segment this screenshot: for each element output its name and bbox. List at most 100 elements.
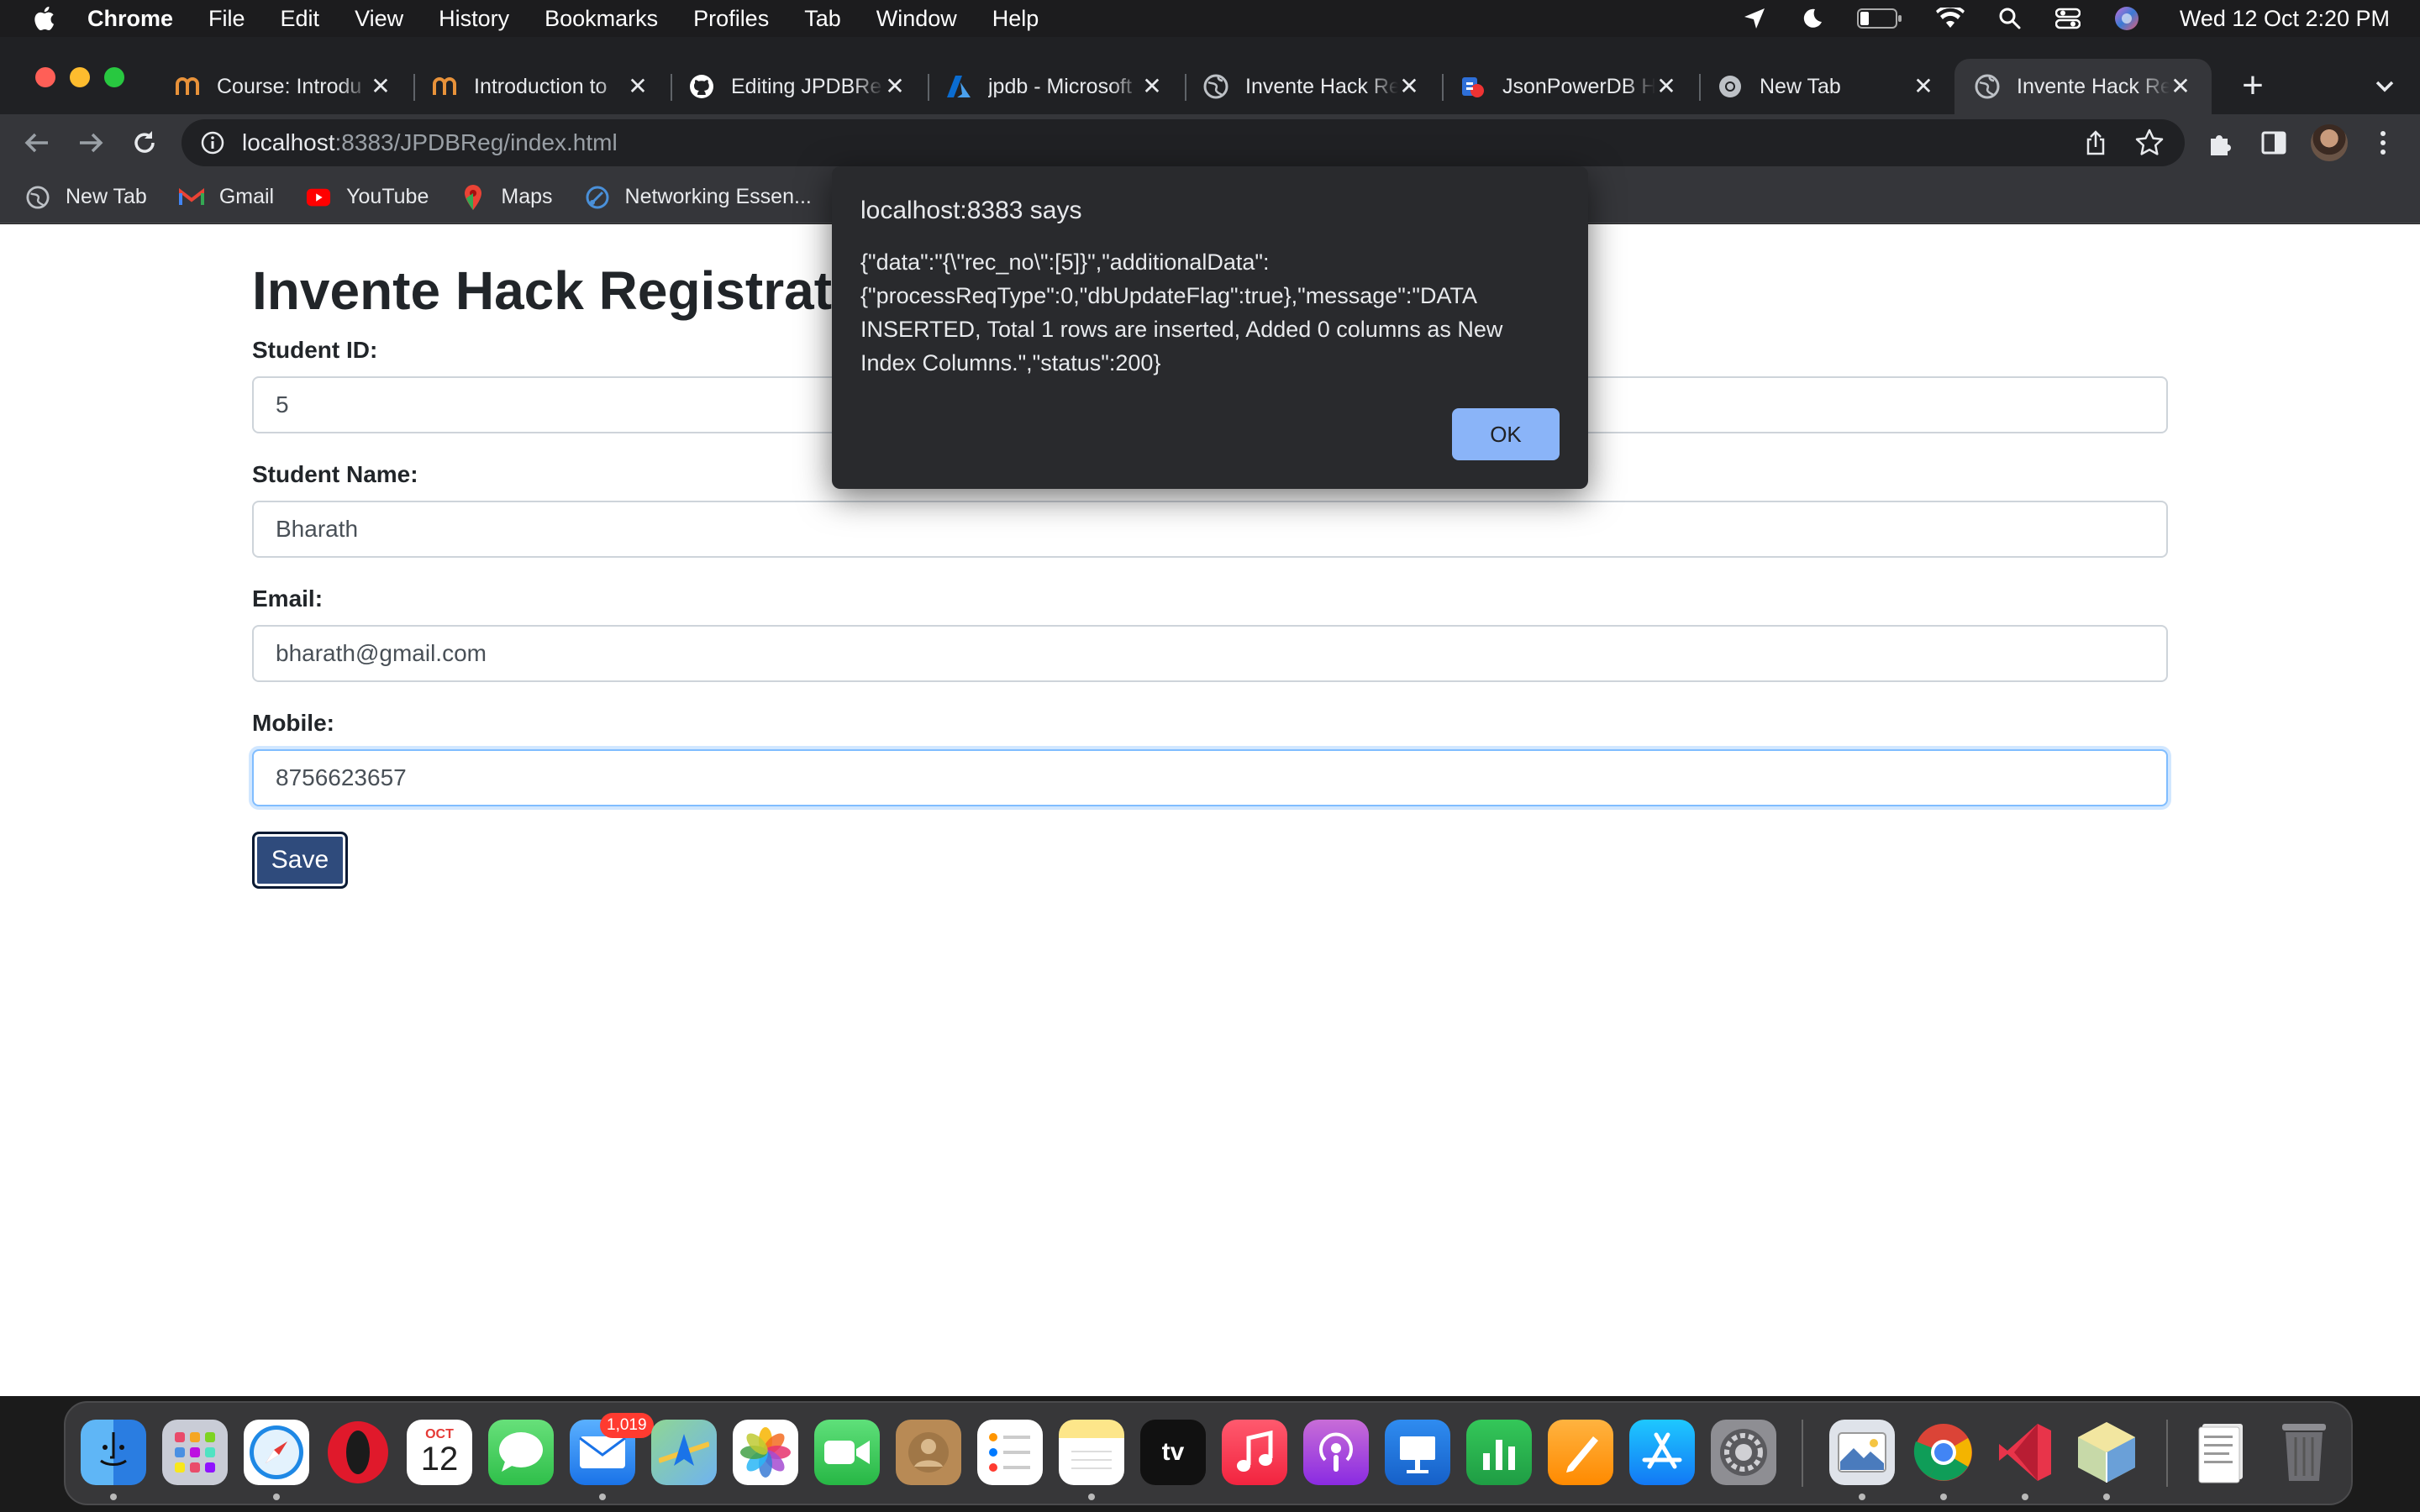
apple-menu-icon[interactable] <box>0 6 87 31</box>
url-host: localhost <box>242 129 335 155</box>
browser-tab-active[interactable]: Invente Hack Re ✕ <box>1954 59 2212 114</box>
safari-icon[interactable] <box>244 1420 309 1485</box>
student-name-input[interactable]: Bharath <box>252 501 2168 558</box>
preview-icon[interactable] <box>1829 1420 1895 1485</box>
trash-icon[interactable] <box>2271 1420 2337 1485</box>
menu-tab[interactable]: Tab <box>804 6 841 32</box>
calendar-icon[interactable]: OCT 12 <box>407 1420 472 1485</box>
site-info-icon[interactable] <box>200 130 225 155</box>
menu-bookmarks[interactable]: Bookmarks <box>544 6 658 32</box>
facetime-icon[interactable] <box>814 1420 880 1485</box>
documents-stack-icon[interactable] <box>2190 1420 2255 1485</box>
tab-close-icon[interactable]: ✕ <box>1655 75 1677 98</box>
browser-tab[interactable]: Course: Introdu ✕ <box>155 59 412 114</box>
browser-tab[interactable]: jpdb - Microsoft ✕ <box>926 59 1183 114</box>
browser-tab[interactable]: Invente Hack Re ✕ <box>1183 59 1440 114</box>
tab-title: New Tab <box>1760 74 1841 98</box>
tab-close-icon[interactable]: ✕ <box>370 75 392 98</box>
opera-icon[interactable] <box>325 1420 391 1485</box>
mail-unread-badge: 1,019 <box>600 1413 654 1438</box>
bookmark-star-icon[interactable] <box>2134 128 2165 164</box>
menu-view[interactable]: View <box>355 6 403 32</box>
profile-avatar[interactable] <box>2311 124 2348 161</box>
menu-edit[interactable]: Edit <box>281 6 320 32</box>
podcasts-icon[interactable] <box>1303 1420 1369 1485</box>
music-icon[interactable] <box>1222 1420 1287 1485</box>
focus-moon-icon[interactable] <box>1800 7 1823 30</box>
bookmark-maps[interactable]: Maps <box>460 184 553 210</box>
student-id-label: Student ID: <box>252 337 378 363</box>
mobile-label: Mobile: <box>252 710 334 736</box>
bookmark-gmail[interactable]: Gmail <box>178 185 274 210</box>
apple-tv-icon[interactable]: tv <box>1140 1420 1206 1485</box>
pages-icon[interactable] <box>1548 1420 1613 1485</box>
share-icon[interactable] <box>2082 129 2109 162</box>
menu-file[interactable]: File <box>208 6 245 32</box>
window-minimize-button[interactable] <box>70 67 90 87</box>
reload-icon[interactable] <box>128 126 161 160</box>
maps-icon <box>460 184 486 210</box>
browser-tab[interactable]: Editing JPDBRe ✕ <box>669 59 926 114</box>
extensions-puzzle-icon[interactable] <box>2205 126 2238 160</box>
reminders-icon[interactable] <box>977 1420 1043 1485</box>
tab-close-icon[interactable]: ✕ <box>1398 75 1420 98</box>
chrome-app-icon[interactable] <box>1911 1420 1976 1485</box>
keynote-icon[interactable] <box>1385 1420 1450 1485</box>
tab-close-icon[interactable]: ✕ <box>2170 75 2191 98</box>
tab-close-icon[interactable]: ✕ <box>884 75 906 98</box>
tab-title: Invente Hack Re <box>1245 74 1398 98</box>
location-arrow-icon[interactable] <box>1743 7 1766 30</box>
window-zoom-button[interactable] <box>104 67 124 87</box>
macos-menu-bar: Chrome File Edit View History Bookmarks … <box>0 0 2420 37</box>
nptel-icon <box>175 74 200 99</box>
tab-close-icon[interactable]: ✕ <box>1141 75 1163 98</box>
wifi-icon[interactable] <box>1935 8 1965 29</box>
notes-icon[interactable] <box>1059 1420 1124 1485</box>
save-button[interactable]: Save <box>252 832 348 889</box>
back-arrow-icon[interactable] <box>20 126 54 160</box>
tab-close-icon[interactable]: ✕ <box>627 75 649 98</box>
globe-icon <box>1975 74 2000 99</box>
new-tab-plus-icon[interactable]: + <box>2235 67 2270 104</box>
numbers-icon[interactable] <box>1466 1420 1532 1485</box>
photos-icon[interactable] <box>733 1420 798 1485</box>
messages-icon[interactable] <box>488 1420 554 1485</box>
menubar-clock[interactable]: Wed 12 Oct 2:20 PM <box>2180 6 2390 32</box>
finder-icon[interactable] <box>81 1420 146 1485</box>
menu-help[interactable]: Help <box>992 6 1039 32</box>
siri-icon[interactable] <box>2114 6 2139 31</box>
menu-window[interactable]: Window <box>876 6 957 32</box>
system-preferences-gear-icon[interactable] <box>1711 1420 1776 1485</box>
netbeans-icon[interactable] <box>2074 1420 2139 1485</box>
browser-tab[interactable]: New Tab ✕ <box>1697 59 1954 114</box>
contacts-icon[interactable] <box>896 1420 961 1485</box>
menu-app-name[interactable]: Chrome <box>87 6 173 32</box>
vscode-icon[interactable] <box>1992 1420 2058 1485</box>
page-title: Invente Hack Registration <box>252 260 913 321</box>
mobile-input[interactable]: 8756623657 <box>252 749 2168 806</box>
launchpad-icon[interactable] <box>162 1420 228 1485</box>
app-store-icon[interactable] <box>1629 1420 1695 1485</box>
menu-profiles[interactable]: Profiles <box>693 6 769 32</box>
address-bar[interactable]: localhost:8383/JPDBReg/index.html <box>182 119 2185 166</box>
email-input[interactable]: bharath@gmail.com <box>252 625 2168 682</box>
menu-history[interactable]: History <box>439 6 509 32</box>
dialog-message: {"data":"{\"rec_no\":[5]}","additionalDa… <box>860 249 1503 375</box>
window-close-button[interactable] <box>35 67 55 87</box>
maps-app-icon[interactable] <box>651 1420 717 1485</box>
forward-arrow-icon[interactable] <box>74 126 108 160</box>
bookmark-networking[interactable]: Networking Essen... <box>585 185 812 210</box>
tab-search-chevron-icon[interactable] <box>2370 71 2400 101</box>
control-center-icon[interactable] <box>2054 7 2081 30</box>
spotlight-search-icon[interactable] <box>1998 7 2022 30</box>
side-panel-icon[interactable] <box>2257 126 2291 160</box>
dialog-ok-button[interactable]: OK <box>1452 408 1560 460</box>
bookmark-new-tab[interactable]: New Tab <box>25 185 147 210</box>
browser-tab[interactable]: JsonPowerDB H ✕ <box>1440 59 1697 114</box>
bookmark-youtube[interactable]: YouTube <box>306 185 429 210</box>
tab-title: Introduction to <box>474 74 608 98</box>
chrome-menu-kebab-icon[interactable] <box>2366 126 2400 160</box>
battery-icon[interactable] <box>1856 8 1902 29</box>
tab-close-icon[interactable]: ✕ <box>1912 75 1934 98</box>
browser-tab[interactable]: Introduction to ✕ <box>412 59 669 114</box>
